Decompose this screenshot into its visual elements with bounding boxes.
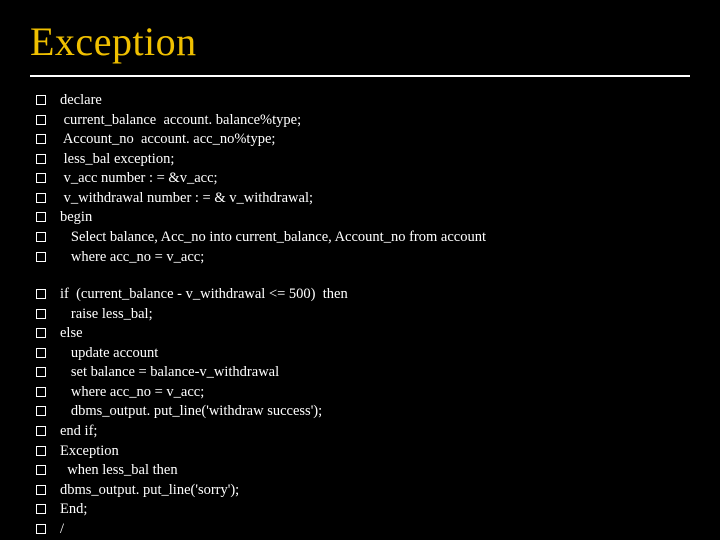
code-line: / <box>60 520 64 540</box>
square-bullet-icon <box>36 406 46 416</box>
page-title: Exception <box>30 18 690 69</box>
code-line: Exception <box>60 442 119 462</box>
code-line: set balance = balance-v_withdrawal <box>60 363 279 383</box>
code-line: Select balance, Acc_no into current_bala… <box>60 228 486 248</box>
square-bullet-icon <box>36 309 46 319</box>
square-bullet-icon <box>36 348 46 358</box>
square-bullet-icon <box>36 95 46 105</box>
square-bullet-icon <box>36 115 46 125</box>
code-line: v_acc number : = &v_acc; <box>60 169 218 189</box>
code-line: declare <box>60 91 102 111</box>
square-bullet-icon <box>36 446 46 456</box>
square-bullet-icon <box>36 232 46 242</box>
list-item: end if; <box>30 422 690 442</box>
code-line: dbms_output. put_line('withdraw success'… <box>60 402 322 422</box>
list-item: / <box>30 520 690 540</box>
square-bullet-icon <box>36 367 46 377</box>
code-line: current_balance account. balance%type; <box>60 111 301 131</box>
list-item: End; <box>30 500 690 520</box>
list-item: less_bal exception; <box>30 150 690 170</box>
square-bullet-icon <box>36 465 46 475</box>
code-line: else <box>60 324 83 344</box>
code-line: where acc_no = v_acc; <box>60 383 204 403</box>
square-bullet-icon <box>36 193 46 203</box>
list-item: Exception <box>30 442 690 462</box>
list-item: set balance = balance-v_withdrawal <box>30 363 690 383</box>
list-item: declare <box>30 91 690 111</box>
list-item: Select balance, Acc_no into current_bala… <box>30 228 690 248</box>
slide: Exception declare current_balance accoun… <box>0 0 720 540</box>
square-bullet-icon <box>36 289 46 299</box>
list-item: v_withdrawal number : = & v_withdrawal; <box>30 189 690 209</box>
code-line: where acc_no = v_acc; <box>60 248 204 268</box>
square-bullet-icon <box>36 426 46 436</box>
square-bullet-icon <box>36 154 46 164</box>
code-line: dbms_output. put_line('sorry'); <box>60 481 239 501</box>
list-item: else <box>30 324 690 344</box>
title-underline <box>30 75 690 77</box>
code-block-2: if (current_balance - v_withdrawal <= 50… <box>30 285 690 539</box>
list-item: where acc_no = v_acc; <box>30 248 690 268</box>
code-line: end if; <box>60 422 97 442</box>
square-bullet-icon <box>36 328 46 338</box>
list-item: dbms_output. put_line('sorry'); <box>30 481 690 501</box>
list-item: begin <box>30 208 690 228</box>
code-line: update account <box>60 344 158 364</box>
square-bullet-icon <box>36 524 46 534</box>
code-line: begin <box>60 208 92 228</box>
code-line: raise less_bal; <box>60 305 153 325</box>
square-bullet-icon <box>36 387 46 397</box>
list-item: raise less_bal; <box>30 305 690 325</box>
list-item: current_balance account. balance%type; <box>30 111 690 131</box>
square-bullet-icon <box>36 252 46 262</box>
code-line: Account_no account. acc_no%type; <box>60 130 275 150</box>
square-bullet-icon <box>36 212 46 222</box>
list-item: when less_bal then <box>30 461 690 481</box>
list-item: update account <box>30 344 690 364</box>
square-bullet-icon <box>36 504 46 514</box>
list-item: if (current_balance - v_withdrawal <= 50… <box>30 285 690 305</box>
code-line: when less_bal then <box>60 461 178 481</box>
code-line: less_bal exception; <box>60 150 174 170</box>
square-bullet-icon <box>36 134 46 144</box>
code-line: End; <box>60 500 87 520</box>
code-line: v_withdrawal number : = & v_withdrawal; <box>60 189 313 209</box>
list-item: v_acc number : = &v_acc; <box>30 169 690 189</box>
list-item: dbms_output. put_line('withdraw success'… <box>30 402 690 422</box>
list-item: Account_no account. acc_no%type; <box>30 130 690 150</box>
square-bullet-icon <box>36 485 46 495</box>
list-item: where acc_no = v_acc; <box>30 383 690 403</box>
code-line: if (current_balance - v_withdrawal <= 50… <box>60 285 348 305</box>
square-bullet-icon <box>36 173 46 183</box>
code-block-1: declare current_balance account. balance… <box>30 91 690 267</box>
